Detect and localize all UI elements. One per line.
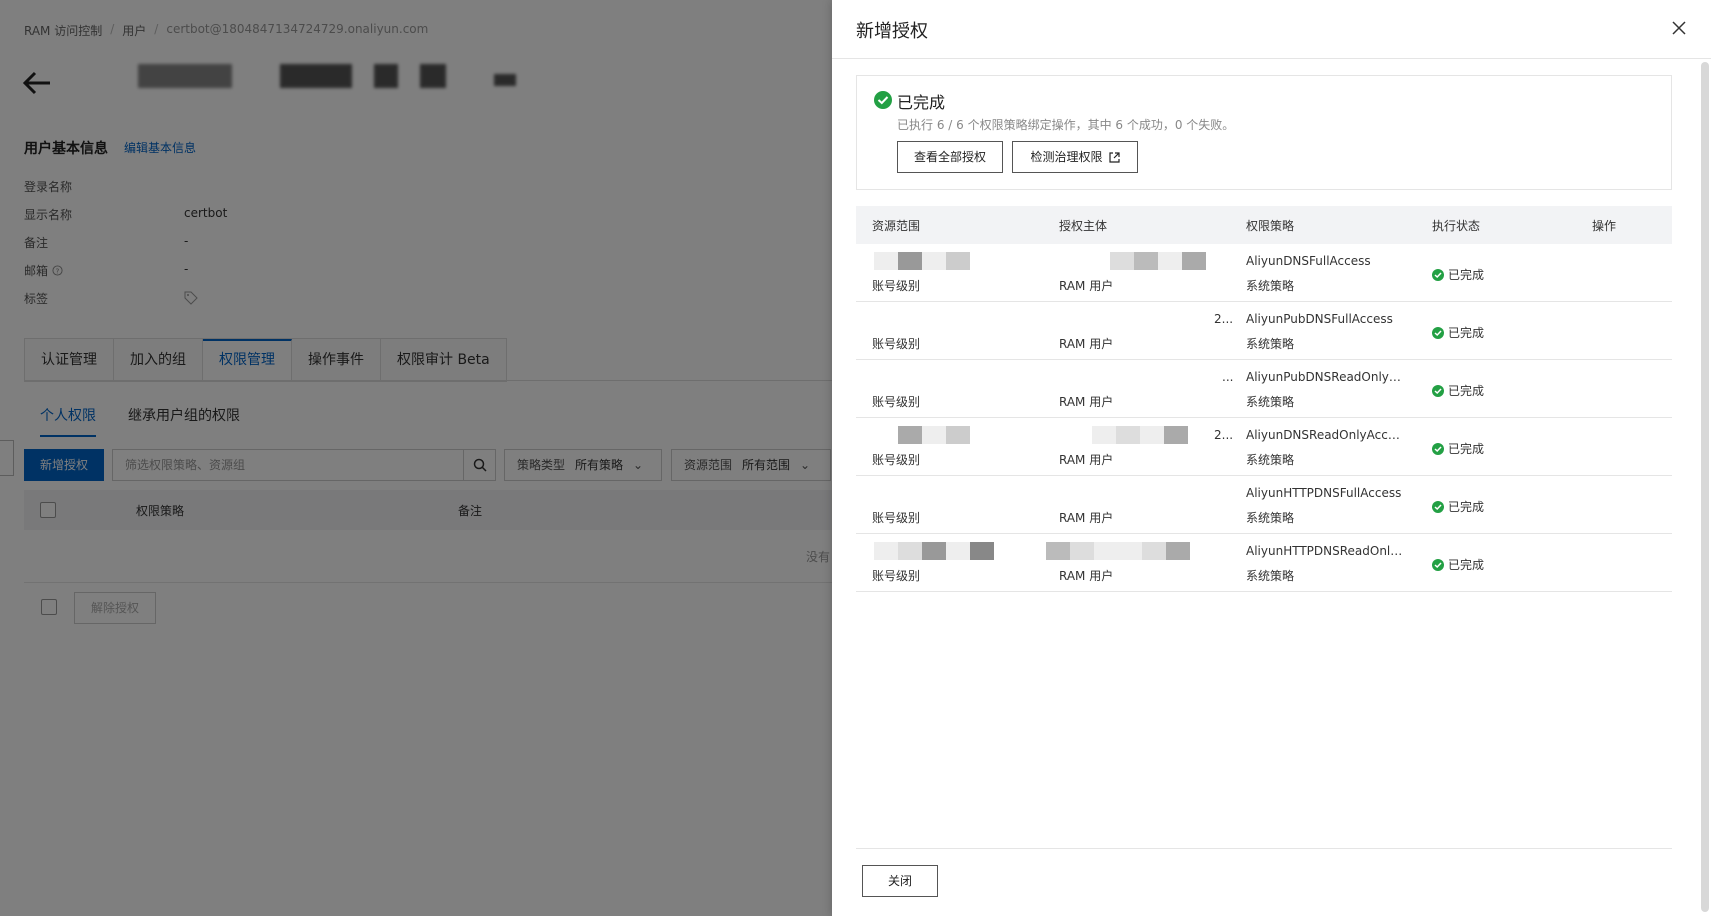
col-policy: 权限策略 (1246, 219, 1295, 233)
row-policy-type: 系统策略 (1246, 511, 1295, 525)
row-policy[interactable]: AliyunPubDNSFullAccess (1246, 312, 1406, 326)
row-principal-top: 2... (1214, 312, 1234, 326)
row-scope: 账号级别 (872, 395, 921, 409)
success-icon (1432, 326, 1444, 339)
row-status-text: 已完成 (1448, 268, 1485, 282)
check-permissions-button[interactable]: 检测治理权限 (1012, 141, 1138, 173)
row-status: 已完成 (1432, 382, 1484, 399)
row-status: 已完成 (1432, 498, 1484, 515)
check-permissions-label: 检测治理权限 (1030, 150, 1103, 164)
row-scope: 账号级别 (872, 569, 921, 583)
row-policy-type: 系统策略 (1246, 453, 1295, 467)
success-icon (1432, 500, 1444, 513)
row-status: 已完成 (1432, 440, 1484, 457)
close-button[interactable]: 关闭 (862, 865, 938, 897)
col-scope: 资源范围 (872, 219, 921, 233)
row-status: 已完成 (1432, 324, 1484, 341)
row-status: 已完成 (1432, 266, 1484, 283)
row-scope: 账号级别 (872, 453, 921, 467)
row-policy[interactable]: AliyunHTTPDNSReadOnly... (1246, 544, 1406, 558)
row-policy[interactable]: AliyunDNSFullAccess (1246, 254, 1406, 268)
row-principal: RAM 用户 (1059, 279, 1114, 293)
row-principal: RAM 用户 (1059, 395, 1114, 409)
row-status-text: 已完成 (1448, 384, 1485, 398)
success-check-icon (874, 91, 892, 109)
success-icon (1432, 558, 1444, 571)
row-status-text: 已完成 (1448, 558, 1485, 572)
table-row: 账号级别 RAM 用户 AliyunHTTPDNSReadOnly... 系统策… (856, 534, 1672, 592)
row-policy[interactable]: AliyunHTTPDNSFullAccess (1246, 486, 1406, 500)
row-status-text: 已完成 (1448, 326, 1485, 340)
row-principal-top: ... (1222, 370, 1234, 384)
row-status-text: 已完成 (1448, 500, 1485, 514)
redacted-scope (874, 542, 994, 560)
redacted-principal (1046, 542, 1190, 560)
drawer-title: 新增授权 (856, 21, 928, 42)
table-row: 账号级别 ... RAM 用户 AliyunPubDNSReadOnlyA...… (856, 360, 1672, 418)
external-link-icon (1108, 151, 1120, 163)
redacted-scope (874, 252, 970, 270)
success-icon (1432, 268, 1444, 281)
row-scope: 账号级别 (872, 337, 921, 351)
success-icon (1432, 384, 1444, 397)
table-row: 账号级别 RAM 用户 AliyunHTTPDNSFullAccess 系统策略… (856, 476, 1672, 534)
drawer-header-divider (832, 58, 1711, 59)
grant-table-header: 资源范围 授权主体 权限策略 执行状态 操作 (856, 206, 1672, 244)
row-scope: 账号级别 (872, 511, 921, 525)
row-principal-top: 2... (1214, 428, 1234, 442)
row-scope: 账号级别 (872, 279, 921, 293)
close-icon[interactable] (1671, 20, 1687, 36)
row-policy-type: 系统策略 (1246, 569, 1295, 583)
row-policy-type: 系统策略 (1246, 395, 1295, 409)
result-panel: 已完成 已执行 6 / 6 个权限策略绑定操作，其中 6 个成功，0 个失败。 … (856, 75, 1672, 190)
view-all-grants-button[interactable]: 查看全部授权 (897, 141, 1003, 173)
table-row: 账号级别 2... RAM 用户 AliyunPubDNSFullAccess … (856, 302, 1672, 360)
view-all-grants-label: 查看全部授权 (913, 150, 986, 164)
drawer-footer-divider (856, 848, 1672, 849)
modal-overlay[interactable] (0, 0, 832, 916)
col-status: 执行状态 (1432, 219, 1481, 233)
row-principal: RAM 用户 (1059, 453, 1114, 467)
row-policy-type: 系统策略 (1246, 279, 1295, 293)
success-icon (1432, 442, 1444, 455)
row-principal: RAM 用户 (1059, 569, 1114, 583)
result-title: 已完成 (897, 93, 946, 112)
row-principal: RAM 用户 (1059, 511, 1114, 525)
row-policy[interactable]: AliyunPubDNSReadOnlyA... (1246, 370, 1406, 384)
scrollbar[interactable] (1701, 62, 1709, 912)
row-policy[interactable]: AliyunDNSReadOnlyAccess (1246, 428, 1406, 442)
row-status: 已完成 (1432, 556, 1484, 573)
table-row: 账号级别 RAM 用户 AliyunDNSFullAccess 系统策略 已完成 (856, 244, 1672, 302)
row-status-text: 已完成 (1448, 442, 1485, 456)
redacted-principal (1110, 252, 1206, 270)
table-row: 账号级别 2... RAM 用户 AliyunDNSReadOnlyAccess… (856, 418, 1672, 476)
row-policy-type: 系统策略 (1246, 337, 1295, 351)
row-principal: RAM 用户 (1059, 337, 1114, 351)
result-description: 已执行 6 / 6 个权限策略绑定操作，其中 6 个成功，0 个失败。 (897, 118, 1235, 132)
col-action: 操作 (1592, 219, 1617, 233)
redacted-scope (898, 426, 970, 444)
grant-drawer: 新增授权 已完成 已执行 6 / 6 个权限策略绑定操作，其中 6 个成功，0 … (832, 0, 1711, 916)
redacted-principal (1092, 426, 1188, 444)
col-principal: 授权主体 (1059, 219, 1108, 233)
